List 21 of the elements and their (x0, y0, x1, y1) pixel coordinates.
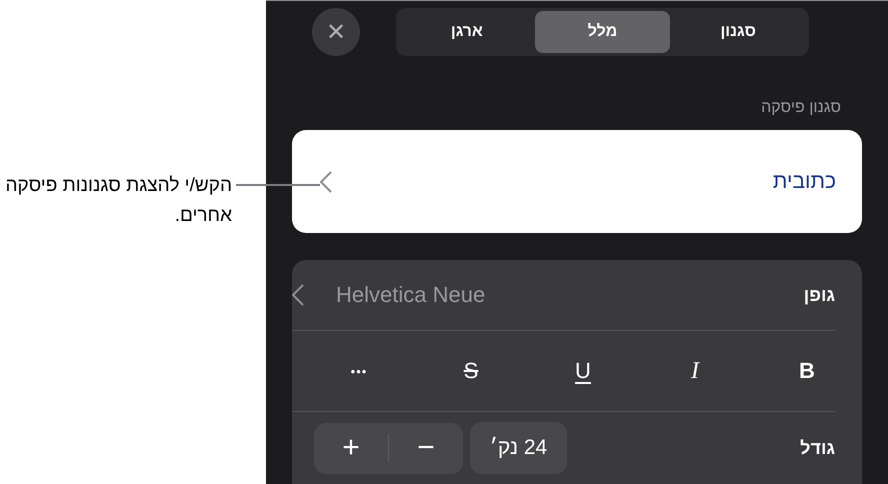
strikethrough-button[interactable]: S (415, 341, 527, 401)
tab[interactable]: סגנון (670, 11, 806, 53)
paragraph-style-button[interactable]: כתובית (292, 130, 862, 233)
paragraph-style-value: כתובית (772, 170, 836, 194)
chevron-icon (292, 284, 304, 306)
tab[interactable]: מלל (534, 11, 670, 53)
tab[interactable]: ארגן (398, 11, 535, 53)
size-value[interactable]: 24 נק׳ (470, 422, 567, 474)
bold-button[interactable]: B (751, 341, 863, 401)
close-button[interactable]: ✕ (312, 8, 360, 56)
underline-button[interactable]: U (527, 341, 639, 401)
font-picker[interactable]: Helvetica Neue (292, 282, 486, 308)
font-label: גופן (804, 284, 835, 306)
section-heading: סגנון פיסקה (760, 98, 842, 118)
italic-button[interactable]: I (639, 341, 751, 401)
more-button[interactable]: ••• (303, 341, 415, 401)
size-label: גודל (800, 438, 835, 458)
callout-text: הקש/י להצגת סגנונות פיסקה אחרים. (4, 174, 232, 228)
chevron-icon (320, 170, 332, 192)
increase-button[interactable]: + (314, 422, 388, 474)
decrease-button[interactable]: − (389, 422, 463, 474)
